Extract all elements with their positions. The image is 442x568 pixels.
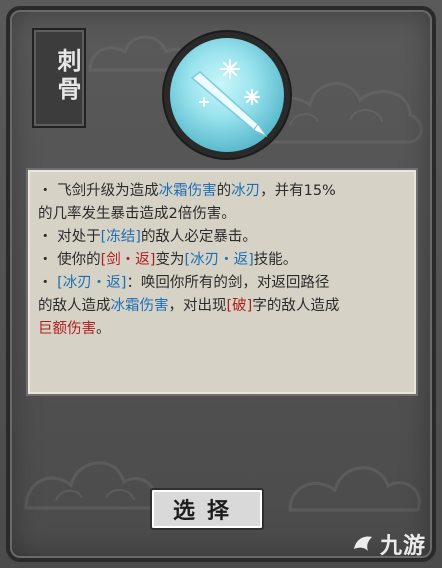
ice-keyword: [冻结]: [100, 229, 141, 245]
description-text: 。: [96, 321, 111, 337]
watermark-text: 九游: [380, 534, 427, 559]
description-text: 的几率发生暴击造成2倍伤害。: [38, 206, 236, 222]
description-text: 的敌人造成: [38, 298, 111, 314]
description-line: ・ 使你的[剑・返]变为[冰刃・返]技能。: [38, 249, 408, 272]
red-keyword: 巨额伤害: [38, 321, 96, 337]
description-line: ・ 对处于[冻结]的敌人必定暴击。: [38, 226, 408, 249]
skill-emblem: [164, 32, 290, 158]
description-text: 字的敌人造成: [252, 298, 340, 314]
ice-keyword: 冰霜伤害: [110, 298, 169, 314]
description-text: ，对出现: [168, 298, 227, 314]
ice-keyword: 冰刃: [231, 183, 261, 199]
description-text: ・ 使你的: [38, 252, 101, 268]
description-text: 的: [216, 183, 232, 199]
red-keyword: [破]: [226, 298, 253, 314]
description-text: ，并有15%: [260, 183, 336, 199]
description-text: 变为: [155, 252, 185, 268]
red-keyword: [剑・返]: [100, 252, 156, 268]
skill-title-banner: 刺骨: [32, 28, 86, 128]
skill-description-panel: ・ 飞剑升级为造成冰霜伤害的冰刃，并有15% 的几率发生暴击造成2倍伤害。・ 对处…: [26, 168, 418, 396]
ice-keyword: 冰霜伤害: [158, 183, 217, 199]
description-text: ・ 对处于: [38, 229, 101, 245]
description-text: 技能。: [253, 252, 298, 268]
ice-keyword: [冰刃・返]: [57, 275, 127, 291]
description-text: ・ 飞剑升级为造成: [38, 183, 159, 199]
description-text: 的敌人必定暴击。: [140, 229, 257, 245]
description-text: ・: [38, 275, 58, 291]
skill-description: ・ 飞剑升级为造成冰霜伤害的冰刃，并有15% 的几率发生暴击造成2倍伤害。・ 对处…: [38, 180, 408, 341]
description-line: ・ 飞剑升级为造成冰霜伤害的冰刃，并有15%: [38, 180, 408, 203]
description-line: 的敌人造成冰霜伤害，对出现[破]字的敌人造成: [38, 295, 408, 318]
watermark-logo-icon: [354, 536, 372, 551]
description-line: 的几率发生暴击造成2倍伤害。: [38, 203, 408, 226]
watermark: 九游: [350, 528, 426, 560]
ice-keyword: [冰刃・返]: [184, 252, 254, 268]
ice-sword-icon: [190, 59, 268, 138]
skill-card: 刺骨 ・ 飞剑升级为造成冰霜伤害的冰刃，并有15% 的几率发生暴击造成2倍伤害。・…: [0, 0, 442, 568]
description-line: 巨额伤害。: [38, 318, 408, 341]
select-button-label: 选择: [172, 498, 241, 524]
description-line: ・ [冰刃・返]：唤回你所有的剑，对返回路径: [38, 272, 408, 295]
description-text: ：唤回你所有的剑，对返回路径: [126, 275, 330, 291]
skill-title: 刺骨: [53, 48, 82, 104]
select-button[interactable]: 选择: [150, 488, 264, 530]
